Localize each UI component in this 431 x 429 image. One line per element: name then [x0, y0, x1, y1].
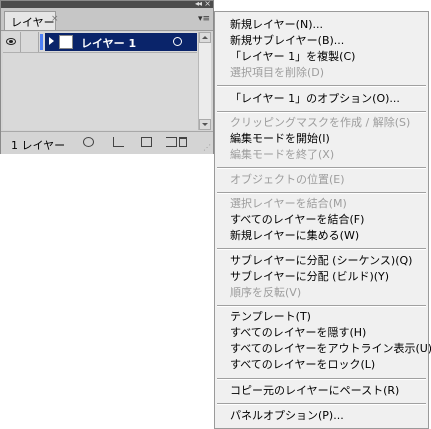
layers-panel: ◂◂ × レイヤー × ▾≡ レイヤー 1 1 レイヤー ⋰ [0, 0, 214, 154]
panel-flyout-menu: 新規レイヤー(N)... 新規サブレイヤー(B)... 「レイヤー 1」を複製(… [214, 11, 431, 429]
menu-item-clipping-mask: クリッピングマスクを作成 / 解除(S) [230, 116, 411, 129]
panel-footer: 1 レイヤー ⋰ [1, 131, 213, 154]
target-circle-icon[interactable] [173, 37, 182, 46]
tab-layers-label: レイヤー [11, 16, 55, 29]
scroll-down-button[interactable] [199, 119, 211, 130]
menu-item-duplicate-layer[interactable]: 「レイヤー 1」を複製(C) [230, 49, 355, 65]
menu-item-merge-selected: 選択レイヤーを結合(M) [230, 197, 347, 210]
menu-item-paste-remembers-layers[interactable]: コピー元のレイヤーにペースト(R) [230, 383, 399, 399]
menu-separator [217, 403, 426, 405]
layer-name: レイヤー 1 [81, 37, 137, 50]
panel-menu-icon[interactable]: ▾≡ [198, 14, 210, 24]
panel-tab-bar: レイヤー × ▾≡ [1, 8, 213, 31]
layer-color-swatch [40, 34, 43, 50]
menu-separator [217, 248, 426, 250]
menu-item-new-sublayer[interactable]: 新規サブレイヤー(B)... [230, 33, 344, 49]
menu-separator [217, 305, 426, 307]
menu-item-template[interactable]: テンプレート(T) [230, 309, 311, 325]
lock-toggle[interactable] [21, 32, 39, 52]
menu-item-release-build[interactable]: サブレイヤーに分配 (ビルド)(Y) [230, 269, 389, 285]
menu-item-panel-options[interactable]: パネルオプション(P)... [230, 408, 344, 424]
tab-layers[interactable]: レイヤー × [4, 11, 59, 30]
panel-title-bar[interactable]: ◂◂ × [1, 0, 213, 8]
menu-item-collect-new-layer[interactable]: 新規レイヤーに集める(W) [230, 228, 359, 244]
menu-separator [217, 378, 426, 380]
new-sublayer-icon[interactable] [113, 137, 124, 147]
menu-item-reverse-order: 順序を反転(V) [230, 286, 302, 299]
layer-thumbnail [59, 35, 73, 49]
scroll-up-button[interactable] [199, 32, 211, 43]
menu-item-release-sequence[interactable]: サブレイヤーに分配 (シーケンス)(Q) [230, 253, 412, 269]
menu-item-delete-selection: 選択項目を削除(D) [230, 66, 325, 79]
locate-object-icon[interactable] [83, 137, 94, 147]
menu-separator [217, 85, 426, 87]
eye-icon [6, 38, 16, 45]
menu-item-flatten-artwork[interactable]: すべてのレイヤーを結合(F) [230, 212, 364, 228]
layer-count: 1 レイヤー [11, 139, 66, 152]
layer-row[interactable]: レイヤー 1 [3, 32, 197, 53]
menu-item-locate-object: オブジェクトの位置(E) [230, 173, 345, 186]
menu-item-lock-all[interactable]: すべてのレイヤーをロック(L) [230, 357, 375, 373]
layer-name-cell[interactable]: レイヤー 1 [45, 33, 197, 51]
resize-grip-icon[interactable]: ⋰ [203, 143, 211, 152]
menu-item-layer-options[interactable]: 「レイヤー 1」のオプション(O)... [230, 91, 400, 107]
menu-separator [217, 111, 426, 113]
visibility-toggle[interactable] [3, 32, 21, 52]
tab-close-icon[interactable]: × [51, 14, 59, 24]
close-icon[interactable]: × [204, 0, 211, 8]
menu-separator [217, 192, 426, 194]
layer-list: レイヤー 1 [3, 32, 211, 130]
new-layer-icon[interactable] [141, 137, 152, 147]
trash-icon[interactable] [179, 137, 187, 147]
menu-item-enter-isolation[interactable]: 編集モードを開始(I) [230, 131, 330, 147]
collapse-icon[interactable]: ◂◂ [195, 0, 202, 8]
menu-item-outline-all[interactable]: すべてのレイヤーをアウトライン表示(U) [230, 341, 431, 357]
clipping-mask-icon[interactable] [166, 137, 177, 147]
expand-triangle-icon[interactable] [49, 37, 54, 45]
menu-item-hide-all[interactable]: すべてのレイヤーを隠す(H) [230, 325, 366, 341]
layer-list-scrollbar[interactable] [198, 32, 211, 130]
menu-item-exit-isolation: 編集モードを終了(X) [230, 148, 335, 161]
menu-separator [217, 167, 426, 169]
menu-item-new-layer[interactable]: 新規レイヤー(N)... [230, 17, 323, 33]
